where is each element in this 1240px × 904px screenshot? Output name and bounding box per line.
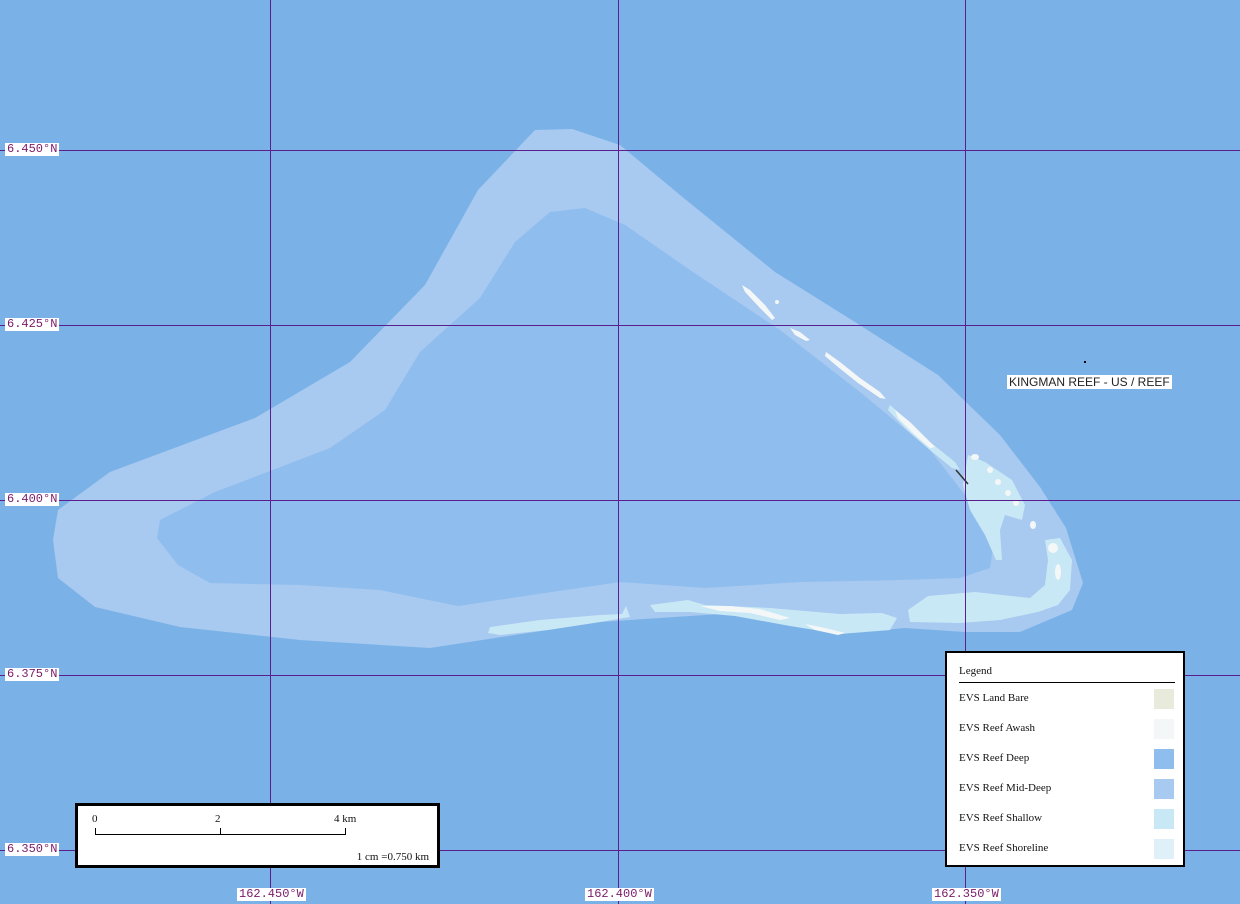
scale-tick-label: 4 km: [334, 813, 357, 825]
legend-swatch: [1154, 719, 1174, 739]
legend-item-label: EVS Reef Deep: [959, 752, 1030, 764]
scale-ratio: 1 cm =0.750 km: [356, 851, 429, 863]
latitude-label: 6.400°N: [5, 492, 60, 506]
longitude-label: 162.450°W: [237, 887, 306, 901]
legend-title: Legend: [959, 665, 992, 677]
reef-awash-islet-11: [1030, 521, 1036, 529]
legend-swatch: [1154, 749, 1174, 769]
reef-awash-islet-13: [1055, 564, 1061, 580]
latitude-label: 6.350°N: [5, 842, 60, 856]
longitude-label: 162.350°W: [932, 887, 1001, 901]
legend-swatch: [1154, 689, 1174, 709]
legend-item-label: EVS Reef Mid-Deep: [959, 782, 1052, 794]
legend-divider: [959, 682, 1175, 683]
legend-item-reef-deep: EVS Reef Deep: [959, 749, 1175, 769]
legend-item-label: EVS Reef Awash: [959, 722, 1035, 734]
latitude-label: 6.375°N: [5, 667, 60, 681]
reef-awash-islet-9: [1005, 490, 1011, 496]
longitude-label: 162.400°W: [585, 887, 654, 901]
latitude-label: 6.450°N: [5, 142, 60, 156]
legend-swatch: [1154, 809, 1174, 829]
reef-awash-islet-6: [971, 454, 979, 460]
legend-item-reef-shoreline: EVS Reef Shoreline: [959, 839, 1175, 859]
legend-swatch: [1154, 839, 1174, 859]
scale-line: [95, 834, 346, 835]
legend-panel: Legend EVS Land Bare EVS Reef Awash EVS …: [945, 651, 1185, 867]
legend-item-reef-awash: EVS Reef Awash: [959, 719, 1175, 739]
reef-awash-islet-2: [775, 300, 779, 304]
legend-item-reef-shallow: EVS Reef Shallow: [959, 809, 1175, 829]
place-marker-icon: [1084, 361, 1086, 363]
reef-awash-islet-8: [995, 479, 1001, 485]
legend-item-reef-mid-deep: EVS Reef Mid-Deep: [959, 779, 1175, 799]
legend-item-label: EVS Reef Shoreline: [959, 842, 1049, 854]
legend-item-label: EVS Land Bare: [959, 692, 1029, 704]
reef-awash-islet-12: [1048, 543, 1058, 553]
legend-swatch: [1154, 779, 1174, 799]
reef-awash-islet-7: [987, 467, 993, 473]
scale-tick-label: 2: [215, 813, 221, 825]
legend-item-land-bare: EVS Land Bare: [959, 689, 1175, 709]
latitude-label: 6.425°N: [5, 317, 60, 331]
scale-tick-label: 0: [92, 813, 98, 825]
scale-bar: 0 2 4 km 1 cm =0.750 km: [75, 803, 440, 868]
place-label[interactable]: KINGMAN REEF - US / REEF: [1007, 375, 1172, 389]
legend-item-label: EVS Reef Shallow: [959, 812, 1043, 824]
